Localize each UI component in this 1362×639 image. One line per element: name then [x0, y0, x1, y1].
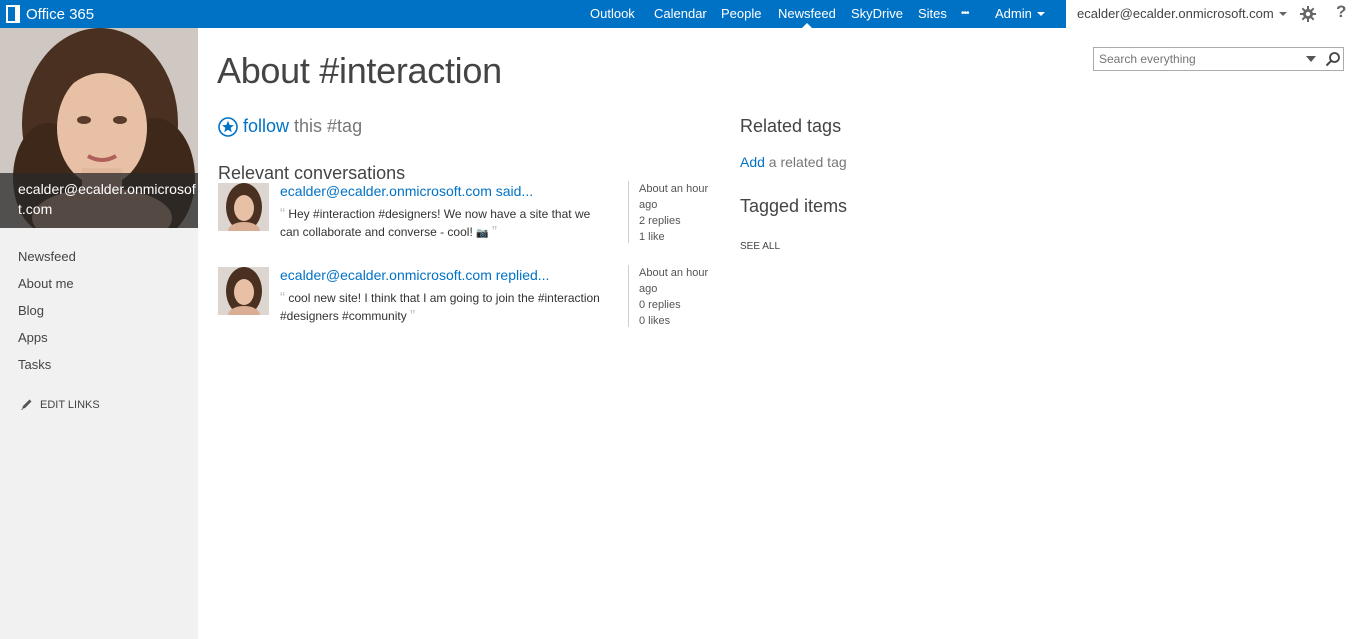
see-all-link[interactable]: SEE ALL	[740, 241, 780, 252]
open-quote-icon: “	[280, 205, 285, 222]
office365-brand[interactable]: Office 365	[6, 0, 94, 28]
search-input[interactable]	[1094, 48, 1294, 70]
avatar-portrait-icon	[218, 183, 269, 231]
add-related-tag-link[interactable]: Add	[740, 154, 765, 170]
nav-outlook[interactable]: Outlook	[590, 0, 635, 28]
search-icon[interactable]	[1325, 51, 1341, 67]
close-quote-icon: ”	[491, 223, 497, 240]
conversation-text: “ Hey #interaction #designers! We now ha…	[280, 205, 610, 242]
chevron-down-icon	[1278, 12, 1287, 16]
edit-links-button[interactable]: EDIT LINKS	[20, 398, 100, 411]
avatar[interactable]	[218, 267, 269, 315]
avatar[interactable]	[218, 183, 269, 231]
close-quote-icon: ”	[410, 307, 416, 324]
related-tags-heading: Related tags	[740, 116, 842, 136]
search-scope-dropdown-icon[interactable]	[1306, 56, 1316, 62]
tagged-items-heading: Tagged items	[740, 196, 848, 216]
author-verb: said...	[495, 183, 534, 199]
conversation-message: Hey #interaction #designers! We now have…	[280, 207, 591, 239]
chevron-down-icon	[1036, 12, 1045, 16]
page-title: About #interaction	[217, 50, 502, 91]
nav-calendar[interactable]: Calendar	[654, 0, 707, 28]
left-rail: ecalder@ecalder.onmicrosoft.com Newsfeed…	[0, 28, 198, 639]
edit-links-label: EDIT LINKS	[40, 398, 100, 411]
nav-admin[interactable]: Admin	[995, 0, 1045, 28]
conversation-item: ecalder@ecalder.onmicrosoft.com replied.…	[218, 265, 718, 337]
open-quote-icon: “	[280, 289, 285, 306]
follow-star-icon	[218, 116, 238, 137]
relevant-conversations-heading: Relevant conversations	[218, 163, 406, 183]
conversation-text: “ cool new site! I think that I am going…	[280, 289, 610, 325]
office-logo-icon	[6, 5, 20, 23]
conversation-meta: About an hour ago 0 replies 0 likes	[628, 265, 718, 327]
profile-name: ecalder@ecalder.onmicrosoft.com	[0, 173, 198, 228]
leftnav-apps[interactable]: Apps	[18, 329, 76, 356]
leftnav-newsfeed[interactable]: Newsfeed	[18, 248, 76, 275]
camera-icon: 📷	[476, 228, 489, 239]
conversation-message: cool new site! I think that I am going t…	[280, 291, 600, 323]
conversation-author-link[interactable]: ecalder@ecalder.onmicrosoft.com said...	[280, 183, 533, 199]
user-email-label: ecalder@ecalder.onmicrosoft.com	[1077, 6, 1274, 21]
follow-word: follow	[243, 116, 290, 136]
author-name: ecalder@ecalder.onmicrosoft.com	[280, 183, 492, 199]
user-area: ecalder@ecalder.onmicrosoft.com ?	[1066, 0, 1362, 28]
nav-sites[interactable]: Sites	[918, 0, 947, 28]
gear-icon[interactable]	[1300, 6, 1316, 22]
conversation-replies[interactable]: 0 replies	[639, 297, 718, 313]
leftnav-blog[interactable]: Blog	[18, 302, 76, 329]
conversation-author-link[interactable]: ecalder@ecalder.onmicrosoft.com replied.…	[280, 267, 549, 283]
brand-label: Office 365	[26, 5, 95, 23]
nav-newsfeed[interactable]: Newsfeed	[778, 0, 836, 28]
leftnav-about-me[interactable]: About me	[18, 275, 76, 302]
profile-photo[interactable]: ecalder@ecalder.onmicrosoft.com	[0, 28, 198, 228]
author-verb: replied...	[495, 267, 550, 283]
conversation-meta: About an hour ago 2 replies 1 like	[628, 181, 718, 243]
author-name: ecalder@ecalder.onmicrosoft.com	[280, 267, 492, 283]
help-icon[interactable]: ?	[1336, 2, 1346, 22]
pencil-icon	[21, 399, 32, 410]
nav-admin-label: Admin	[995, 6, 1032, 21]
avatar-portrait-icon	[218, 267, 269, 315]
follow-rest: this #tag	[294, 116, 363, 136]
leftnav-tasks[interactable]: Tasks	[18, 356, 76, 383]
conversation-item: ecalder@ecalder.onmicrosoft.com said... …	[218, 181, 718, 253]
conversation-replies[interactable]: 2 replies	[639, 213, 718, 229]
nav-more-ellipsis[interactable]: •••	[961, 0, 969, 28]
add-related-tag: Add a related tag	[740, 154, 847, 170]
user-menu[interactable]: ecalder@ecalder.onmicrosoft.com	[1077, 0, 1287, 28]
search-box	[1093, 47, 1344, 71]
suite-bar: Office 365 Outlook Calendar People Newsf…	[0, 0, 1362, 28]
nav-skydrive[interactable]: SkyDrive	[851, 0, 903, 28]
nav-people[interactable]: People	[721, 0, 761, 28]
conversation-likes[interactable]: 0 likes	[639, 313, 718, 329]
follow-tag-button[interactable]: follow this #tag	[218, 116, 362, 137]
conversation-time[interactable]: About an hour ago	[639, 265, 718, 297]
conversation-time[interactable]: About an hour ago	[639, 181, 718, 213]
left-nav: Newsfeed About me Blog Apps Tasks	[18, 248, 76, 383]
conversation-likes[interactable]: 1 like	[639, 229, 718, 245]
add-related-tag-rest: a related tag	[764, 154, 847, 170]
